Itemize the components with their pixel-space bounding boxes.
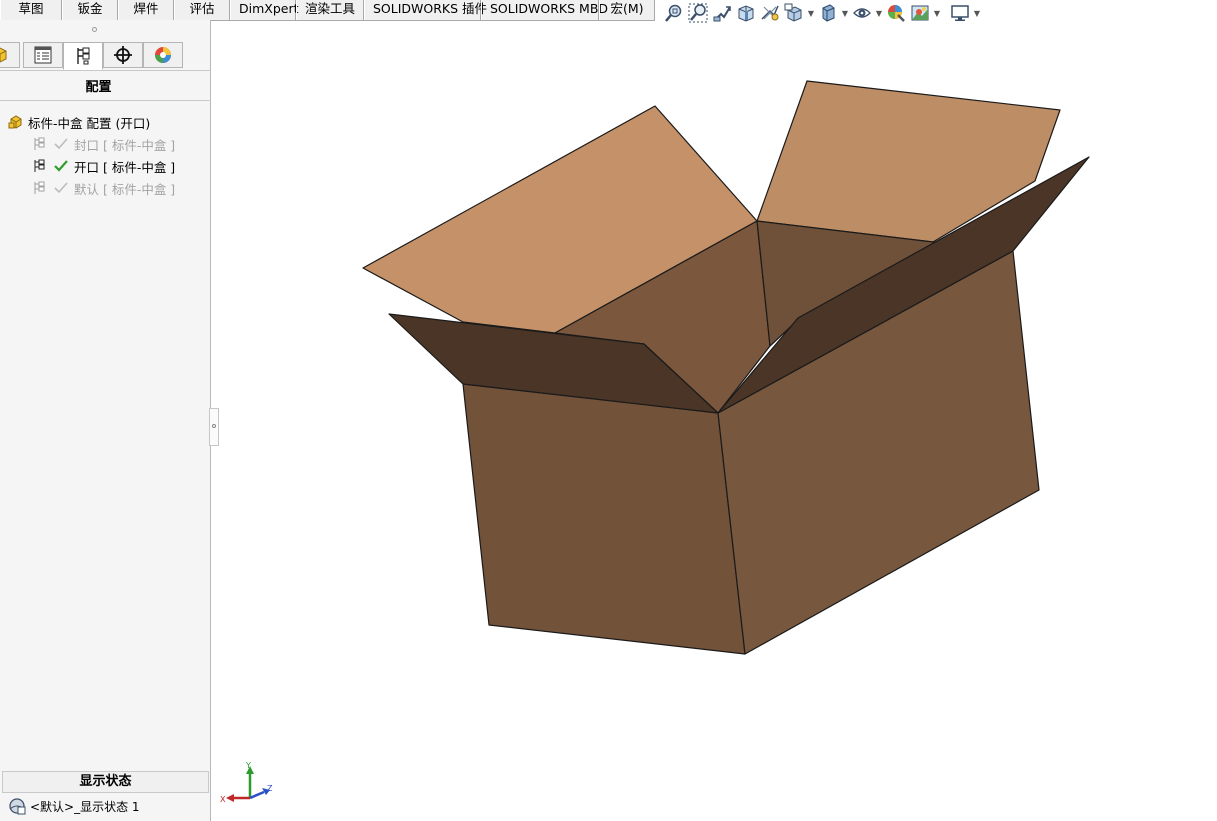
tab-solidworks-mbd[interactable]: SOLIDWORKS MBD: [481, 0, 608, 20]
display-style-dropdown-icon[interactable]: ▼: [840, 1, 850, 25]
view-settings-icon[interactable]: [948, 1, 972, 25]
dimxpert-manager-tab[interactable]: [103, 42, 143, 68]
view-orientation-dropdown-icon[interactable]: ▼: [806, 1, 816, 25]
tab-macro[interactable]: 宏(M): [599, 0, 655, 20]
display-state-header: 显示状态: [2, 771, 209, 793]
previous-view-icon[interactable]: [710, 1, 734, 25]
panel-title: 配置: [85, 80, 112, 95]
edit-appearance-icon[interactable]: [884, 1, 908, 25]
configuration-icon: [34, 181, 45, 194]
config-root-label: 标件-中盒 配置 (开口): [28, 115, 151, 131]
configuration-icon: [34, 137, 45, 150]
part-config-icon: [8, 115, 22, 129]
zoom-to-area-icon[interactable]: [686, 1, 710, 25]
panel-divider: [0, 100, 211, 101]
property-manager-icon: [34, 46, 52, 64]
display-manager-icon: [155, 47, 171, 63]
hide-show-items-dropdown-icon[interactable]: ▼: [874, 1, 884, 25]
property-manager-tab[interactable]: [23, 42, 63, 68]
hide-show-items-icon[interactable]: [850, 1, 874, 25]
dynamic-annotation-view-icon[interactable]: [758, 1, 782, 25]
configuration-icon: [34, 159, 45, 172]
tab-solidworks-addins[interactable]: SOLIDWORKS 插件: [364, 0, 487, 20]
view-settings-dropdown-icon[interactable]: ▼: [972, 1, 982, 25]
section-view-icon[interactable]: [734, 1, 758, 25]
config-item-closed[interactable]: 封口 [ 标件-中盒 ]: [32, 134, 175, 154]
tab-dimxpert[interactable]: DimXpert: [230, 0, 299, 20]
display-manager-tab[interactable]: [143, 42, 183, 68]
config-item-label: 默认 [ 标件-中盒 ]: [74, 181, 176, 197]
apply-scene-icon[interactable]: [908, 1, 932, 25]
tab-evaluate[interactable]: 评估: [174, 0, 230, 20]
display-state-icon: [9, 798, 26, 815]
check-icon: [54, 182, 68, 194]
manager-tabs: [0, 42, 211, 71]
configuration-manager-panel: 配置 标件-中盒 配置 (开口) 封口 [ 标件-中盒 ] 开口 [ 标件-中盒…: [0, 20, 211, 821]
config-item-label: 开口 [ 标件-中盒 ]: [74, 159, 176, 175]
triad-y-label: Y: [245, 761, 251, 770]
apply-scene-dropdown-icon[interactable]: ▼: [932, 1, 942, 25]
panel-grip-icon[interactable]: [92, 27, 97, 32]
display-style-icon[interactable]: [816, 1, 840, 25]
display-state-label: <默认>_显示状态 1: [30, 799, 140, 814]
graphics-area[interactable]: [212, 26, 1217, 821]
box-side-left: [462, 383, 746, 655]
check-icon: [54, 138, 68, 150]
config-item-open[interactable]: 开口 [ 标件-中盒 ]: [32, 156, 175, 176]
tab-sketch[interactable]: 草图: [0, 0, 62, 20]
heads-up-view-toolbar: ▼ ▼ ▼ ▼ ▼: [662, 0, 982, 26]
tab-sheet-metal[interactable]: 钣金: [62, 0, 118, 20]
triad-x-label: X: [220, 795, 226, 804]
reference-triad: Y X Z: [220, 761, 273, 804]
feature-manager-icon: [0, 47, 7, 63]
dimxpert-manager-icon: [114, 46, 132, 64]
feature-manager-tab[interactable]: [0, 42, 20, 68]
zoom-to-fit-icon[interactable]: [662, 1, 686, 25]
display-state-item[interactable]: <默认>_显示状态 1: [8, 796, 140, 816]
tab-render-tools[interactable]: 渲染工具: [296, 0, 364, 20]
active-check-icon: [54, 160, 68, 172]
command-manager-tabs: 草图 钣金 焊件 评估 DimXpert 渲染工具 SOLIDWORKS 插件 …: [0, 0, 655, 21]
config-item-label: 封口 [ 标件-中盒 ]: [74, 137, 176, 153]
triad-z-label: Z: [267, 784, 273, 793]
config-root[interactable]: 标件-中盒 配置 (开口): [8, 112, 150, 132]
configuration-manager-tab[interactable]: [63, 42, 103, 70]
view-orientation-icon[interactable]: [782, 1, 806, 25]
config-item-default[interactable]: 默认 [ 标件-中盒 ]: [32, 178, 175, 198]
configuration-manager-icon: [77, 47, 90, 65]
tab-weldments[interactable]: 焊件: [118, 0, 174, 20]
